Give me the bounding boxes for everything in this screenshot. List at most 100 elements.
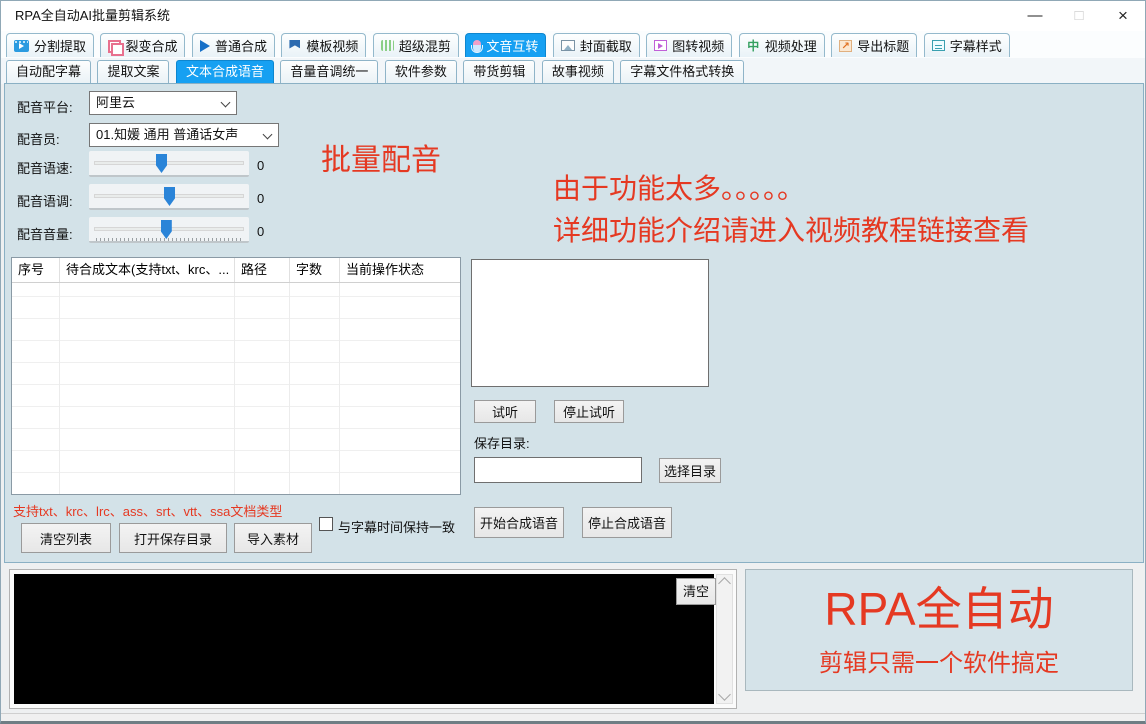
speed-slider <box>89 151 249 177</box>
start-synthesis-button[interactable]: 开始合成语音 <box>474 507 564 538</box>
tab-label: 裂变合成 <box>125 39 178 54</box>
tab-text-to-speech[interactable]: 文本合成语音 <box>175 60 274 83</box>
volume-label: 配音音量: <box>17 227 73 242</box>
tab-label: 封面截取 <box>579 39 632 54</box>
listen-button[interactable]: 试听 <box>474 400 536 423</box>
slider-track <box>94 161 244 165</box>
slider-thumb[interactable] <box>160 220 172 239</box>
main-tab-bar: 分割提取 裂变合成 普通合成 模板视频 超级混剪 文音互转 封面截取 图转视频 … <box>1 31 1145 58</box>
tab-label: 超级混剪 <box>398 39 451 54</box>
export-icon <box>839 39 853 52</box>
window-title: RPA全自动AI批量剪辑系统 <box>15 8 171 23</box>
subtitle-sync-checkbox[interactable] <box>319 517 333 531</box>
tab-story-video[interactable]: 故事视频 <box>541 60 614 83</box>
tab-super-mix[interactable]: 超级混剪 <box>372 33 459 57</box>
image-icon <box>560 40 575 51</box>
scroll-up-icon[interactable] <box>718 577 731 590</box>
tab-video-process[interactable]: 视频处理 <box>738 33 825 57</box>
tab-normal-merge[interactable]: 普通合成 <box>191 33 275 57</box>
annotation-line2: 详细功能介绍请进入视频教程链接查看 <box>553 215 1030 246</box>
tab-subtitle-style[interactable]: 字幕样式 <box>923 33 1010 57</box>
microphone-icon <box>471 39 484 53</box>
voice-value: 01.知媛 通用 普通话女声 <box>96 127 239 142</box>
branding-title: RPA全自动 <box>824 582 1054 635</box>
import-material-button[interactable]: 导入素材 <box>234 523 312 553</box>
tab-label: 导出标题 <box>857 39 910 54</box>
save-dir-input[interactable] <box>474 457 642 483</box>
fission-squares-icon <box>108 39 125 56</box>
tab-label: 普通合成 <box>214 39 267 54</box>
batch-dubbing-annotation: 批量配音 <box>321 144 441 177</box>
image-play-icon <box>654 40 668 51</box>
log-scrollbar[interactable] <box>716 574 733 704</box>
sub-tab-bar: 自动配字幕 提取文案 文本合成语音 音量音调统一 软件参数 带货剪辑 故事视频 … <box>1 58 1145 84</box>
window-controls: — □ × <box>1013 1 1145 31</box>
sound-wave-icon <box>380 40 394 51</box>
play-icon <box>199 39 210 52</box>
scroll-down-icon[interactable] <box>718 688 731 701</box>
stop-synthesis-button[interactable]: 停止合成语音 <box>582 507 672 538</box>
save-dir-label: 保存目录: <box>474 436 530 451</box>
synthesis-task-table: 序号 待合成文本(支持txt、krc、... 路径 字数 当前操作状态 <box>11 257 461 495</box>
title-bar: RPA全自动AI批量剪辑系统 — □ × <box>1 1 1145 31</box>
supported-formats-note: 支持txt、krc、lrc、ass、srt、vtt、ssa文档类型 <box>13 504 283 519</box>
pitch-slider <box>89 184 249 210</box>
stop-listen-button[interactable]: 停止试听 <box>554 400 624 423</box>
branding-panel: RPA全自动 剪辑只需一个软件搞定 <box>745 569 1133 691</box>
tab-export-title[interactable]: 导出标题 <box>831 33 918 57</box>
video-process-icon <box>747 40 760 52</box>
open-save-dir-button[interactable]: 打开保存目录 <box>119 523 227 553</box>
subtitle-sync-label: 与字幕时间保持一致 <box>338 520 456 535</box>
platform-select[interactable]: 阿里云 <box>89 91 237 115</box>
tab-image-to-video[interactable]: 图转视频 <box>646 33 733 57</box>
chevron-down-icon <box>262 129 273 140</box>
chevron-down-icon <box>220 97 231 108</box>
pitch-label: 配音语调: <box>17 194 73 209</box>
tab-extract-script[interactable]: 提取文案 <box>97 60 170 83</box>
clear-list-button[interactable]: 清空列表 <box>21 523 111 553</box>
clear-log-button[interactable]: 清空 <box>676 578 716 605</box>
tab-text-audio-convert[interactable]: 文音互转 <box>465 33 547 57</box>
platform-label: 配音平台: <box>17 100 73 115</box>
close-button[interactable]: × <box>1101 1 1145 31</box>
film-play-icon <box>14 39 29 52</box>
tab-fission-merge[interactable]: 裂变合成 <box>100 33 186 57</box>
slider-ticks <box>96 238 242 241</box>
tab-subtitle-format-convert[interactable]: 字幕文件格式转换 <box>620 60 745 83</box>
pitch-value: 0 <box>257 191 265 206</box>
tab-template-video[interactable]: 模板视频 <box>281 33 367 57</box>
speed-label: 配音语速: <box>17 161 73 176</box>
app-window: RPA全自动AI批量剪辑系统 — □ × 分割提取 裂变合成 普通合成 模板视频… <box>0 0 1146 724</box>
tab-auto-subtitle[interactable]: 自动配字幕 <box>6 60 92 83</box>
column-header-count[interactable]: 字数 <box>290 258 340 282</box>
table-body <box>12 283 460 494</box>
maximize-button[interactable]: □ <box>1057 1 1101 31</box>
column-header-text[interactable]: 待合成文本(支持txt、krc、... <box>60 258 235 282</box>
tab-label: 图转视频 <box>672 39 725 54</box>
slider-thumb[interactable] <box>156 154 167 173</box>
annotation-line1: 由于功能太多。。。。。 <box>553 173 806 204</box>
status-bar <box>1 713 1145 721</box>
speed-value: 0 <box>257 158 265 173</box>
tab-volume-pitch-unify[interactable]: 音量音调统一 <box>280 60 379 83</box>
tab-split-extract[interactable]: 分割提取 <box>6 33 95 57</box>
tab-label: 模板视频 <box>306 39 359 54</box>
tab-label: 视频处理 <box>764 39 817 54</box>
tab-ecommerce-edit[interactable]: 带货剪辑 <box>463 60 536 83</box>
preview-text-area[interactable] <box>471 259 709 387</box>
voice-select[interactable]: 01.知媛 通用 普通话女声 <box>89 123 279 147</box>
flag-icon <box>289 40 301 52</box>
column-header-path[interactable]: 路径 <box>235 258 290 282</box>
minimize-button[interactable]: — <box>1013 1 1057 31</box>
tab-software-params[interactable]: 软件参数 <box>384 60 457 83</box>
slider-thumb[interactable] <box>164 187 175 206</box>
tab-label: 字幕样式 <box>949 39 1002 54</box>
column-header-status[interactable]: 当前操作状态 <box>340 258 460 282</box>
choose-dir-button[interactable]: 选择目录 <box>659 458 721 483</box>
log-output <box>14 574 714 704</box>
platform-value: 阿里云 <box>96 95 136 110</box>
tab-cover-capture[interactable]: 封面截取 <box>552 33 640 57</box>
log-panel: 清空 <box>9 569 737 709</box>
column-header-index[interactable]: 序号 <box>12 258 60 282</box>
volume-slider <box>89 217 249 243</box>
